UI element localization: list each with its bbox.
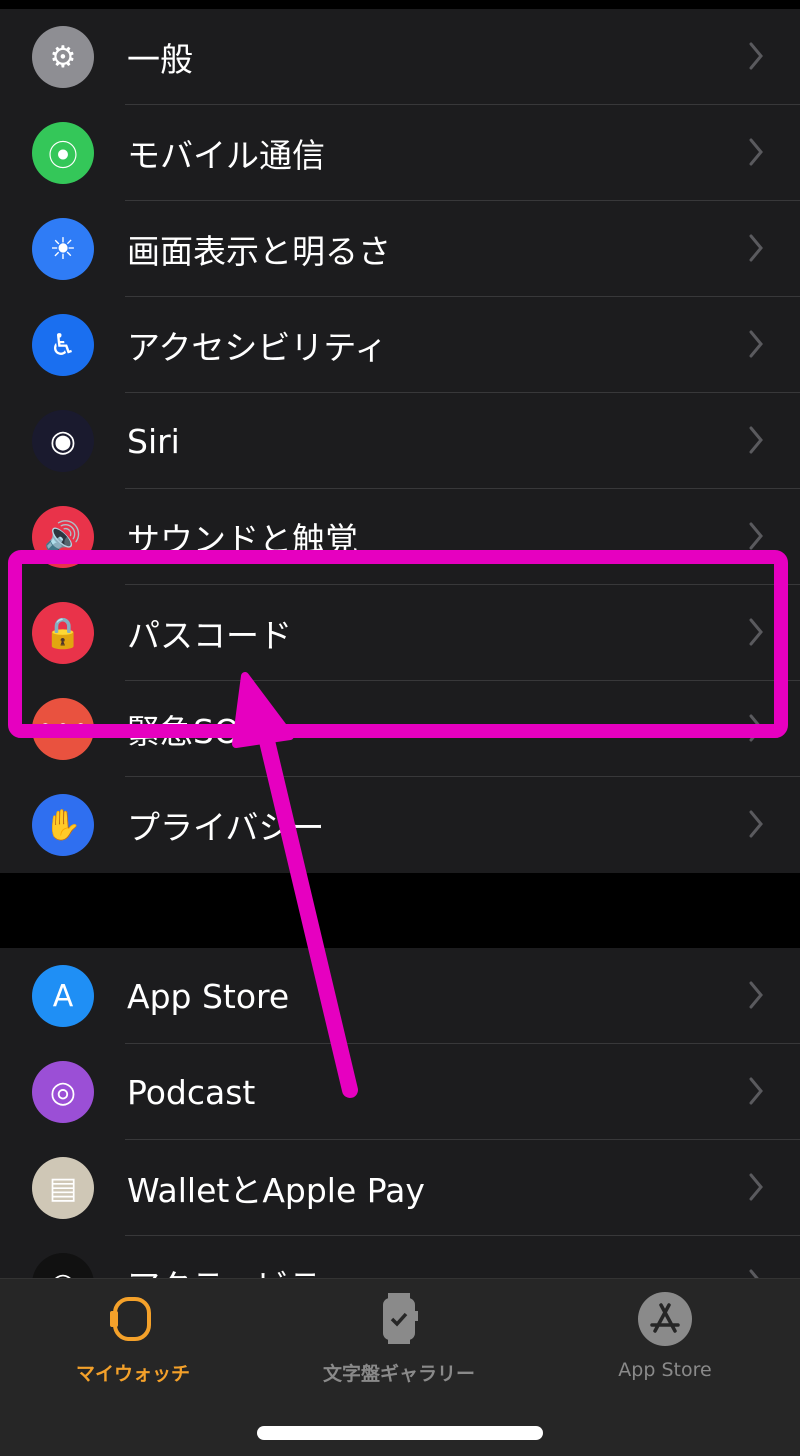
tab-label: 文字盤ギャラリー [322,1363,475,1385]
settings-row-label: サウンドと触覚 [127,520,358,559]
speaker-icon: 🔊 [32,506,94,568]
settings-row-label: Siri [127,421,180,461]
tab-label: App Store [618,1359,712,1381]
settings-row[interactable]: 🔒 パスコード [0,585,800,681]
chevron-right-icon [749,42,763,70]
accessibility-icon: ♿ [32,314,94,376]
podcast-icon: ◎ [32,1061,94,1123]
chevron-right-icon [749,138,763,166]
settings-row-label: アクセシビリティ [127,328,388,367]
sun-icon: ☀ [32,218,94,280]
settings-row-label: 画面表示と明るさ [127,232,391,271]
chevron-right-icon [749,330,763,358]
settings-row[interactable]: ♿ アクセシビリティ [0,297,800,393]
settings-row-label: プライバシー [127,808,325,847]
settings-row-label: パスコード [127,616,292,655]
settings-row[interactable]: ◎ Podcast [0,1044,800,1140]
tab-my-watch[interactable]: マイウォッチ [0,1291,266,1386]
settings-row-label: WalletとApple Pay [127,1171,425,1210]
settings-row[interactable]: ☀ 画面表示と明るさ [0,201,800,297]
watch-icon [110,1297,151,1341]
app-store-icon: A [32,965,94,1027]
app-store-icon [638,1292,692,1346]
settings-row[interactable]: A App Store [0,948,800,1044]
chevron-right-icon [749,1077,763,1105]
chevron-right-icon [749,714,763,742]
chevron-right-icon [749,1173,763,1201]
settings-row-label: モバイル通信 [127,136,325,175]
settings-row[interactable]: ◉ Siri [0,393,800,489]
settings-row[interactable]: ••• 緊急SOS [0,681,800,777]
home-indicator[interactable] [257,1426,543,1440]
settings-row-label: App Store [127,976,290,1016]
siri-icon: ◉ [32,410,94,472]
chevron-right-icon [749,810,763,838]
settings-row[interactable]: 🔊 サウンドと触覚 [0,489,800,585]
antenna-icon: ⦿ [32,122,94,184]
watch-face-icon [383,1293,418,1344]
chevron-right-icon [749,522,763,550]
lock-icon: 🔒 [32,602,94,664]
gear-icon: ⚙ [32,26,94,88]
tab-face-gallery[interactable]: 文字盤ギャラリー [266,1291,532,1386]
hand-icon: ✋ [32,794,94,856]
settings-row-label: 一般 [127,40,193,79]
settings-row[interactable]: ▤ WalletとApple Pay [0,1140,800,1236]
chevron-right-icon [749,618,763,646]
wallet-icon: ▤ [32,1157,94,1219]
chevron-right-icon [749,981,763,1009]
tab-label: マイウォッチ [75,1363,190,1385]
settings-row[interactable]: ⚙ 一般 [0,9,800,105]
sos-icon: ••• [32,698,94,760]
chevron-right-icon [749,426,763,454]
chevron-right-icon [749,234,763,262]
settings-row[interactable]: ⦿ モバイル通信 [0,105,800,201]
tab-app-store[interactable]: App Store [532,1291,798,1381]
settings-row-label: Podcast [127,1072,256,1112]
settings-group-1: ⚙ 一般 ⦿ モバイル通信 ☀ 画面表示と明るさ ♿ アクセシビリティ ◉ Si… [0,9,800,873]
settings-row-label: 緊急SOS [127,712,261,751]
settings-group-2: A App Store ◎ Podcast ▤ WalletとApple Pay… [0,948,800,1332]
settings-row[interactable]: ✋ プライバシー [0,777,800,873]
